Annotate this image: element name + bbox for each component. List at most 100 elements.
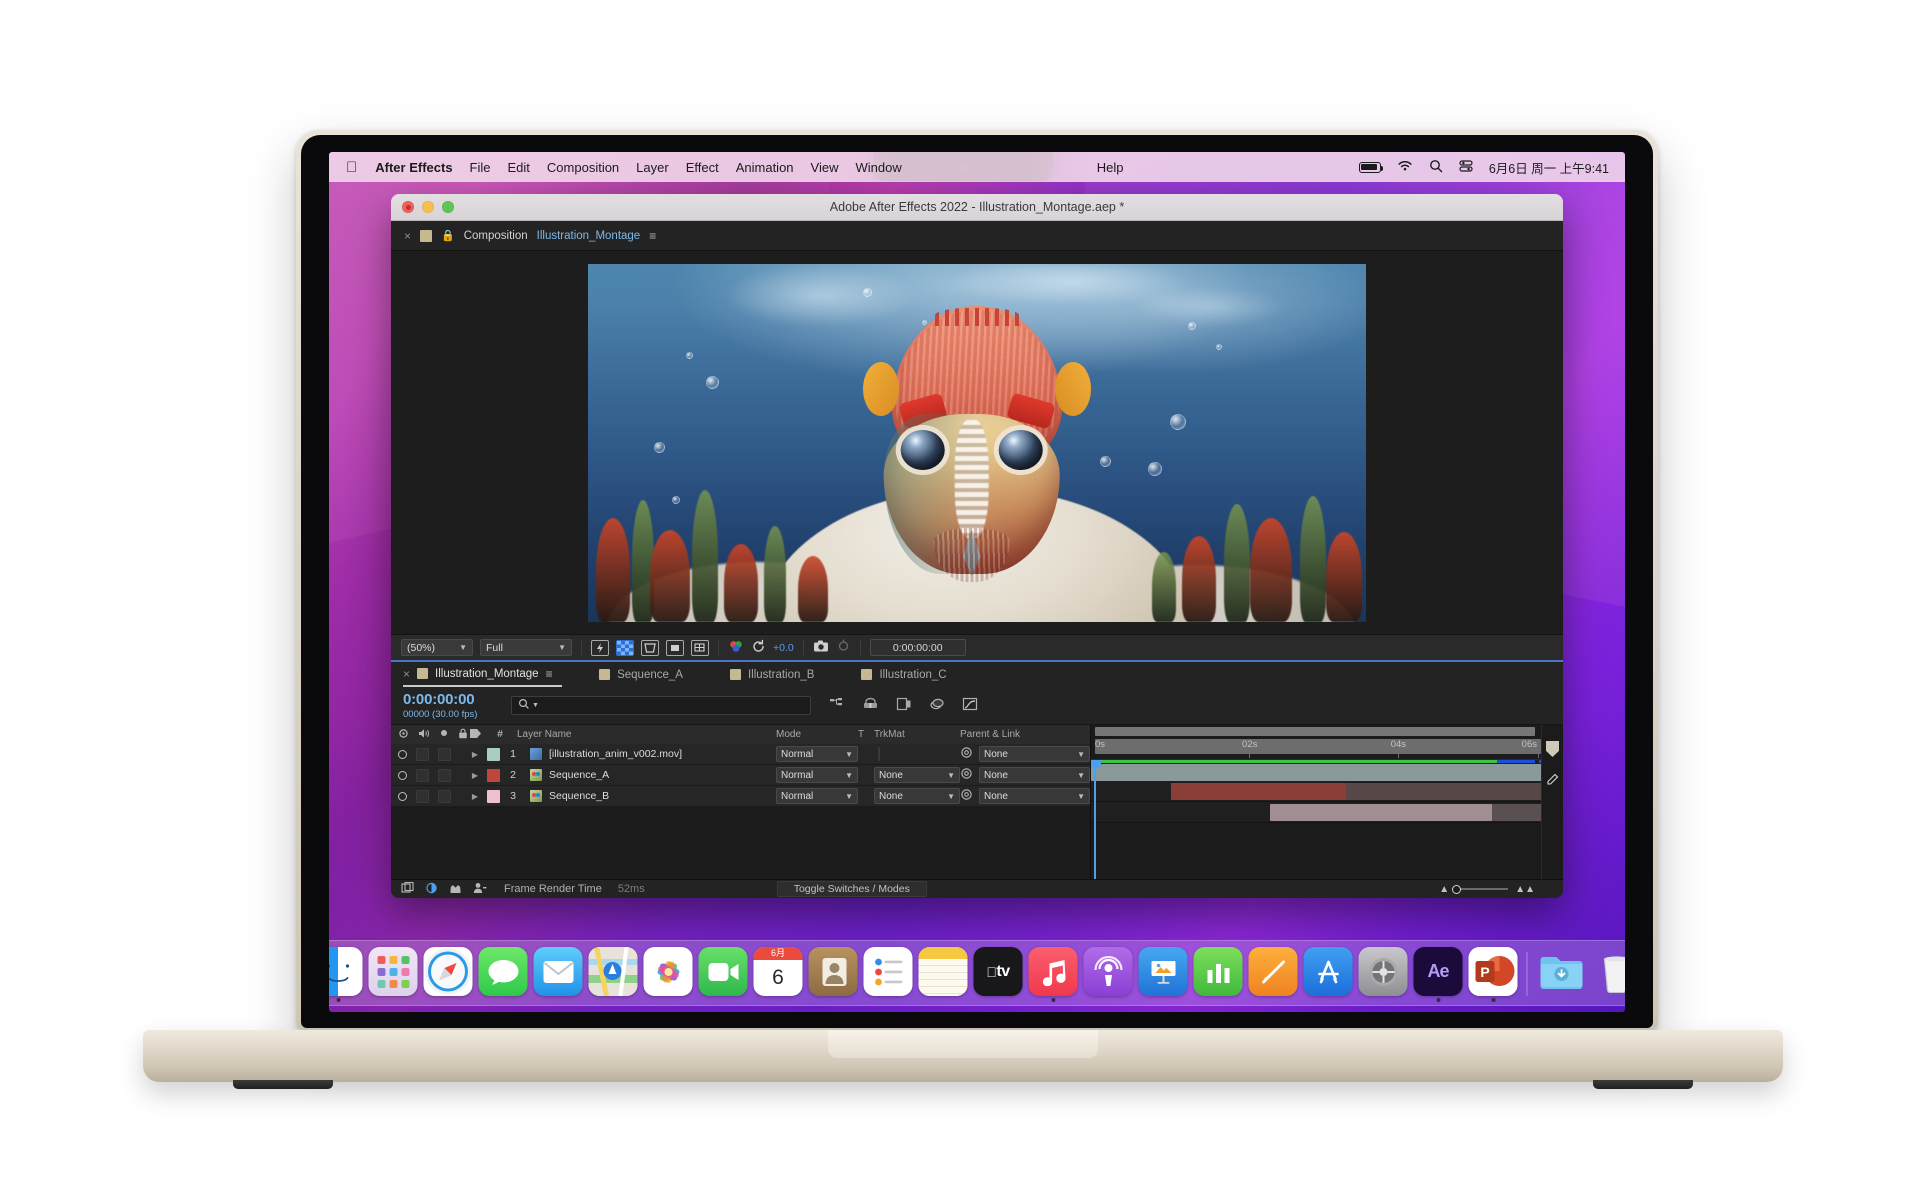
search-dropdown-icon[interactable]: ▼ <box>532 702 539 709</box>
table-row[interactable]: ▶ 1 [illustration_anim_v002.mov] Normal <box>391 744 1090 765</box>
dock-item-reminders[interactable] <box>864 947 913 996</box>
audio-toggle[interactable] <box>416 790 429 803</box>
visibility-toggle-icon[interactable] <box>398 750 407 759</box>
menu-view[interactable]: View <box>811 160 839 175</box>
solo-toggle[interactable] <box>438 790 451 803</box>
dock-item-powerpoint[interactable]: P <box>1469 947 1518 996</box>
menu-effect[interactable]: Effect <box>686 160 719 175</box>
panel-menu-icon[interactable]: ≡ <box>649 229 656 243</box>
pickwhip-icon[interactable] <box>960 788 973 804</box>
exposure-value[interactable]: +0.0 <box>773 642 794 654</box>
layer-bar-row[interactable] <box>1091 760 1563 781</box>
menu-edit[interactable]: Edit <box>508 160 530 175</box>
timeline-zoom-slider[interactable]: ▲ ▲▲ <box>1439 884 1563 895</box>
transparency-grid-icon[interactable] <box>616 640 634 656</box>
channel-rgb-icon[interactable] <box>728 639 744 657</box>
dock-item-mail[interactable] <box>534 947 583 996</box>
playhead[interactable] <box>1094 760 1096 879</box>
blend-mode-select[interactable]: Normal ▼ <box>776 767 858 783</box>
menu-after-effects[interactable]: After Effects <box>375 160 452 175</box>
shy-layers-icon[interactable] <box>449 882 462 897</box>
timeline-search-input[interactable]: ▼ <box>511 696 811 715</box>
layer-bars-area[interactable] <box>1091 760 1563 879</box>
blend-mode-select[interactable]: Normal ▼ <box>776 788 858 804</box>
table-row[interactable]: ▶ 2 Sequence_A Normal ▼ <box>391 765 1090 786</box>
trkmat-select[interactable]: None ▼ <box>874 767 960 783</box>
table-row[interactable]: ▶ 3 Sequence_B Normal ▼ <box>391 786 1090 807</box>
layer-color-swatch[interactable] <box>487 748 500 761</box>
search-icon[interactable] <box>1429 159 1443 176</box>
dock-item-system-preferences[interactable] <box>1359 947 1408 996</box>
audio-toggle[interactable] <box>416 748 429 761</box>
expand-arrow-icon[interactable]: ▶ <box>463 748 487 760</box>
close-tab-icon[interactable]: × <box>403 667 410 681</box>
dock-item-contacts[interactable] <box>809 947 858 996</box>
layer-bar-active[interactable] <box>1171 783 1346 800</box>
region-of-interest-icon[interactable] <box>666 640 684 656</box>
show-snapshot-icon[interactable] <box>836 639 851 656</box>
layer-trkmat-cell[interactable] <box>874 748 960 760</box>
layer-trkmat-cell[interactable]: None ▼ <box>874 767 960 783</box>
solo-toggle[interactable] <box>438 748 451 761</box>
layer-parent-cell[interactable]: None ▼ <box>960 788 1090 804</box>
layer-mode-cell[interactable]: Normal ▼ <box>772 746 858 762</box>
layer-name-cell[interactable]: [illustration_anim_v002.mov] <box>526 748 772 760</box>
toggle-switches-modes-button[interactable]: Toggle Switches / Modes <box>777 881 927 897</box>
zoom-in-icon[interactable]: ▲▲ <box>1515 884 1535 895</box>
dock-item-keynote[interactable] <box>1139 947 1188 996</box>
tab-illustration-b[interactable]: Illustration_B <box>730 662 824 687</box>
dock-item-facetime[interactable] <box>699 947 748 996</box>
parent-select[interactable]: None ▼ <box>979 746 1090 762</box>
layer-bar-row[interactable] <box>1091 802 1563 823</box>
work-area-bar[interactable] <box>1095 727 1535 736</box>
viewer-timecode[interactable]: 0:00:00:00 <box>870 639 966 656</box>
expand-arrow-icon[interactable]: ▶ <box>463 769 487 781</box>
dock-item-appstore[interactable] <box>1304 947 1353 996</box>
layer-bar-active[interactable] <box>1270 804 1492 821</box>
hide-shy-layers-icon[interactable] <box>896 697 912 714</box>
layer-color-swatch[interactable] <box>487 790 500 803</box>
layer-name-cell[interactable]: Sequence_B <box>526 790 772 802</box>
tab-menu-icon[interactable]: ≡ <box>546 667 553 681</box>
close-panel-icon[interactable]: × <box>404 229 411 243</box>
trkmat-empty[interactable] <box>878 747 880 761</box>
camera-icon[interactable] <box>813 639 829 656</box>
parent-select[interactable]: None ▼ <box>979 788 1090 804</box>
battery-icon[interactable] <box>1359 162 1381 173</box>
blend-mode-select[interactable]: Normal ▼ <box>776 746 858 762</box>
menu-help[interactable]: Help <box>919 160 1124 175</box>
dock-item-downloads-folder[interactable] <box>1537 947 1586 996</box>
dock-item-appletv[interactable]: tv <box>974 947 1023 996</box>
motion-blur-icon[interactable] <box>425 882 438 897</box>
layer-mode-cell[interactable]: Normal ▼ <box>772 767 858 783</box>
zoom-level-select[interactable]: (50%) ▼ <box>401 639 473 656</box>
layer-name-cell[interactable]: Sequence_A <box>526 769 772 781</box>
tab-illustration-c[interactable]: Illustration_C <box>861 662 956 687</box>
expand-arrow-icon[interactable]: ▶ <box>463 790 487 802</box>
work-area-indicator[interactable] <box>1095 739 1541 754</box>
visibility-toggle-icon[interactable] <box>398 771 407 780</box>
wifi-icon[interactable] <box>1397 160 1413 175</box>
menu-window[interactable]: Window <box>855 160 901 175</box>
dock-item-photos[interactable] <box>644 947 693 996</box>
composition-marker-icon[interactable] <box>1546 741 1559 757</box>
dock-item-notes[interactable] <box>919 947 968 996</box>
menu-animation[interactable]: Animation <box>736 160 794 175</box>
dock-item-messages[interactable] <box>479 947 528 996</box>
visibility-toggle-icon[interactable] <box>398 792 407 801</box>
control-center-icon[interactable] <box>1459 159 1473 176</box>
layer-parent-cell[interactable]: None ▼ <box>960 767 1090 783</box>
solo-switch-icon[interactable] <box>473 882 487 897</box>
dock-item-launchpad[interactable] <box>369 947 418 996</box>
work-area-top[interactable] <box>1091 725 1563 738</box>
dock-item-numbers[interactable] <box>1194 947 1243 996</box>
menubar-clock[interactable]: 6月6日 周一 上午9:41 <box>1489 158 1609 177</box>
dock-item-finder[interactable] <box>329 947 363 996</box>
draft-3d-icon[interactable] <box>862 697 879 714</box>
time-ruler[interactable]: 0s 02s 04s 06s <box>1091 738 1563 760</box>
dock-item-after-effects[interactable]: Ae <box>1414 947 1463 996</box>
timeline-timecode[interactable]: 0:00:00:00 00000 (30.00 fps) <box>403 691 507 720</box>
dock-item-music[interactable] <box>1029 947 1078 996</box>
timeline-graph-panel[interactable]: 0s 02s 04s 06s <box>1091 725 1563 879</box>
tab-sequence-a[interactable]: Sequence_A <box>599 662 693 687</box>
